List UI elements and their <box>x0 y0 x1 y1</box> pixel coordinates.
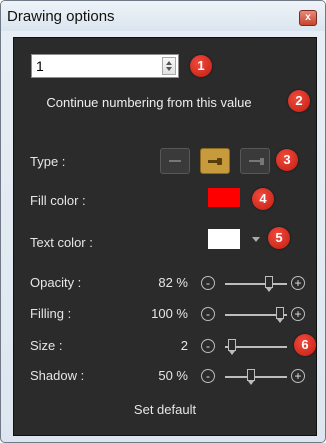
opacity-value: 82 % <box>158 275 188 290</box>
start-number-input[interactable]: 1 <box>31 54 179 78</box>
shadow-slider-thumb[interactable] <box>247 369 255 385</box>
close-button[interactable]: x <box>299 10 317 26</box>
opacity-label: Opacity : <box>30 275 82 290</box>
type-line-button[interactable] <box>160 148 190 174</box>
filling-slider-thumb[interactable] <box>276 307 284 323</box>
numbering-hint: Continue numbering from this value <box>46 95 252 110</box>
drawing-options-window: Drawing options x 1 1 Continue numbering… <box>0 0 326 443</box>
text-color-swatch[interactable] <box>208 229 240 249</box>
callout-5: 5 <box>268 227 290 249</box>
fill-color-label: Fill color : <box>30 193 86 208</box>
size-decrease-button[interactable]: - <box>201 339 215 353</box>
size-slider-thumb[interactable] <box>228 339 236 355</box>
shadow-slider-track[interactable] <box>225 376 287 378</box>
options-panel: 1 1 Continue numbering from this value 2… <box>13 37 317 436</box>
opacity-increase-button[interactable]: + <box>291 276 305 290</box>
spin-down-icon[interactable] <box>166 67 172 71</box>
size-value: 2 <box>180 338 188 353</box>
filling-increase-button[interactable]: + <box>291 307 305 321</box>
type-arrow-button[interactable] <box>200 148 230 174</box>
callout-4: 4 <box>252 188 274 210</box>
opacity-slider-track[interactable] <box>225 283 287 285</box>
start-number-value: 1 <box>36 58 44 74</box>
set-default-button[interactable]: Set default <box>14 402 316 417</box>
spin-up-icon[interactable] <box>166 61 172 65</box>
callout-6: 6 <box>294 334 316 356</box>
callout-1: 1 <box>190 55 212 77</box>
chevron-down-icon[interactable] <box>252 237 260 242</box>
filling-label: Filling : <box>30 306 72 321</box>
number-spinner[interactable] <box>162 57 176 75</box>
shadow-label: Shadow : <box>30 368 85 383</box>
title-bar[interactable]: Drawing options x <box>1 1 325 31</box>
text-color-label: Text color : <box>30 235 93 250</box>
line-icon <box>169 160 181 162</box>
opacity-slider-thumb[interactable] <box>265 276 273 292</box>
filling-value: 100 % <box>151 306 188 321</box>
shadow-increase-button[interactable]: + <box>291 369 305 383</box>
callout-2: 2 <box>288 90 310 112</box>
filling-decrease-button[interactable]: - <box>201 307 215 321</box>
type-arrow-right-button[interactable] <box>240 148 270 174</box>
callout-3: 3 <box>276 149 298 171</box>
shadow-decrease-button[interactable]: - <box>201 369 215 383</box>
size-label: Size : <box>30 338 63 353</box>
window-title: Drawing options <box>7 8 115 25</box>
shadow-value: 50 % <box>158 368 188 383</box>
fill-color-swatch[interactable] <box>208 188 240 207</box>
opacity-decrease-button[interactable]: - <box>201 276 215 290</box>
type-label: Type : <box>30 154 66 169</box>
